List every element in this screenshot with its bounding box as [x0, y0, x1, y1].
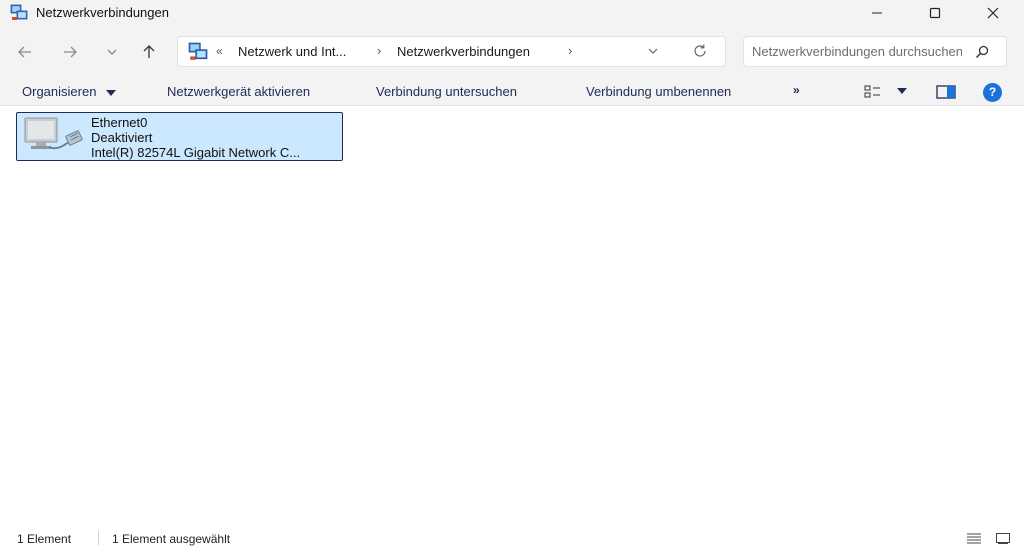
- arrow-left-icon: [18, 46, 31, 58]
- chevron-down-icon: [107, 49, 117, 55]
- details-view-icon[interactable]: [966, 532, 982, 544]
- tiles-view-icon[interactable]: [995, 532, 1011, 544]
- item-name: Ethernet0: [91, 115, 148, 130]
- item-adapter: Intel(R) 82574L Gigabit Network C...: [91, 145, 301, 160]
- status-divider: [98, 531, 99, 545]
- caret-down-icon[interactable]: [897, 88, 907, 94]
- window-title: Netzwerkverbindungen: [36, 5, 169, 20]
- activate-device-button[interactable]: Netzwerkgerät aktivieren: [167, 84, 310, 99]
- rename-connection-button[interactable]: Verbindung umbenennen: [586, 84, 731, 99]
- file-list: Ethernet0 Deaktiviert Intel(R) 82574L Gi…: [0, 107, 1024, 527]
- title-bar: Netzwerkverbindungen: [0, 0, 1024, 26]
- minimize-button[interactable]: [848, 0, 906, 26]
- chevron-down-icon[interactable]: [647, 45, 659, 57]
- item-count: 1 Element: [17, 532, 72, 546]
- breadcrumb-separator[interactable]: ›: [377, 43, 381, 58]
- help-button[interactable]: ?: [983, 83, 1002, 102]
- back-button[interactable]: [13, 40, 37, 64]
- selection-count: 1 Element ausgewählt: [112, 532, 231, 546]
- refresh-icon[interactable]: [692, 43, 708, 59]
- minimize-icon: [872, 12, 882, 14]
- search-icon[interactable]: [974, 44, 990, 60]
- breadcrumb-network-connections[interactable]: Netzwerkverbindungen: [397, 44, 530, 59]
- change-view-icon[interactable]: [864, 84, 882, 100]
- list-item[interactable]: Ethernet0 Deaktiviert Intel(R) 82574L Gi…: [16, 112, 343, 161]
- maximize-icon: [929, 7, 941, 19]
- caret-down-icon: [106, 89, 117, 96]
- network-connections-icon: [10, 4, 28, 20]
- recent-locations-button[interactable]: [100, 40, 124, 64]
- more-commands-button[interactable]: »: [793, 83, 800, 97]
- ethernet-adapter-icon: [24, 117, 83, 150]
- status-bar: 1 Element 1 Element ausgewählt: [0, 527, 1024, 547]
- breadcrumb-separator[interactable]: ›: [568, 43, 572, 58]
- breadcrumb-overflow-button[interactable]: «: [216, 44, 223, 58]
- organize-button[interactable]: Organisieren: [22, 84, 117, 99]
- search-placeholder: Netzwerkverbindungen durchsuchen: [752, 44, 962, 59]
- organize-label: Organisieren: [22, 84, 97, 99]
- diagnose-connection-button[interactable]: Verbindung untersuchen: [376, 84, 517, 99]
- maximize-button[interactable]: [906, 0, 964, 26]
- up-button[interactable]: [137, 40, 161, 64]
- preview-pane-icon[interactable]: [936, 85, 956, 99]
- network-connections-icon: [188, 42, 208, 60]
- navigation-bar: « Netzwerk und Int... › Netzwerkverbindu…: [0, 26, 1024, 78]
- close-icon: [987, 7, 999, 19]
- command-bar: Organisieren Netzwerkgerät aktivieren Ve…: [0, 78, 1024, 106]
- arrow-right-icon: [64, 46, 77, 58]
- arrow-up-icon: [143, 45, 155, 58]
- breadcrumb-network-and-internet[interactable]: Netzwerk und Int...: [238, 44, 346, 59]
- item-status: Deaktiviert: [91, 130, 153, 145]
- address-bar[interactable]: « Netzwerk und Int... › Netzwerkverbindu…: [177, 36, 726, 67]
- search-input[interactable]: Netzwerkverbindungen durchsuchen: [743, 36, 1007, 67]
- close-button[interactable]: [964, 0, 1022, 26]
- forward-button[interactable]: [58, 40, 82, 64]
